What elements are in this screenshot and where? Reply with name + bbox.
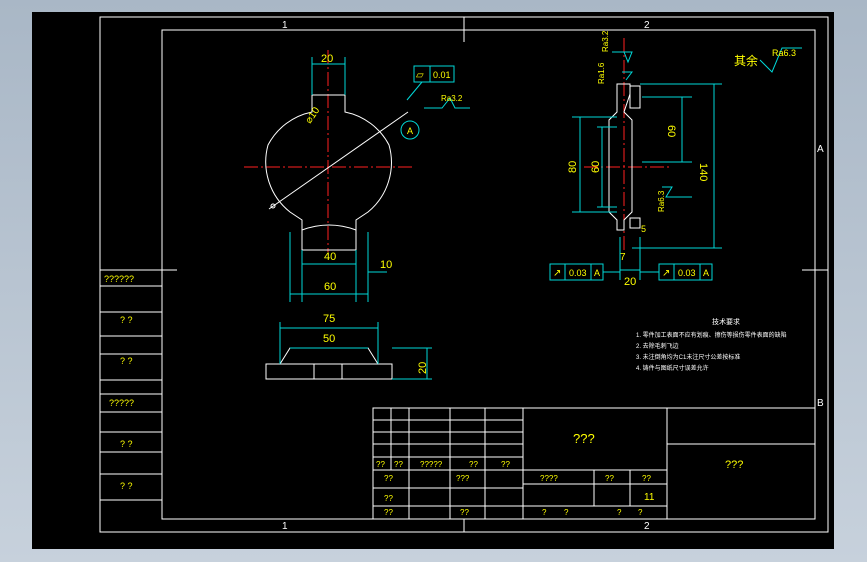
zone-label-1-bottom: 1	[282, 521, 288, 532]
tol-right-value: 0.03	[678, 268, 696, 278]
tol-right-datum: A	[703, 268, 709, 278]
tol-right-icon: ↗	[662, 268, 670, 279]
cad-viewport[interactable]: 1 2 1 2 A B ?????? ? ? ? ? ????? ? ? ? ?	[32, 12, 834, 549]
front-dim-60: 60	[324, 281, 336, 293]
zone-label-1-top: 1	[282, 20, 288, 31]
general-roughness-label: 其余	[734, 53, 758, 68]
side-dim-140: 140	[697, 163, 709, 181]
front-dim-20: 20	[321, 53, 333, 65]
outer-border	[99, 16, 829, 533]
zone-label-a: A	[817, 144, 824, 155]
tb-row-label-2: ??	[394, 460, 403, 469]
tb-row-label-1: ??	[376, 460, 385, 469]
tb-left-label-3: ??	[384, 508, 393, 517]
tol-left-icon: ↗	[553, 268, 561, 279]
tb-mid-label-2: ??	[460, 508, 469, 517]
tb-scale-header: ????	[540, 474, 558, 483]
side-roughness-left: Ra1.6	[597, 62, 606, 84]
side-dim-60: 60	[590, 161, 602, 173]
side-dim-5: 5	[641, 224, 646, 234]
top-dim-20: 20	[417, 362, 429, 374]
general-roughness-value: Ra6.3	[772, 48, 796, 58]
side-dim-60b: 60	[665, 125, 677, 137]
left-label-3: ? ?	[120, 356, 133, 366]
flatness-value: 0.01	[433, 70, 451, 80]
company-name: ???	[725, 459, 743, 471]
notes-line-4: 4. 铸件与图纸尺寸误差允许	[636, 364, 709, 372]
tb-left-label-1: ??	[384, 474, 393, 483]
front-dim-hole: ⌀10	[303, 105, 322, 126]
side-view	[549, 38, 802, 281]
side-roughness-right: Ra6.3	[657, 190, 666, 212]
inner-frame	[161, 29, 816, 520]
engineering-drawing: 1 2 1 2 A B ?????? ? ? ? ? ????? ? ? ? ?	[99, 16, 829, 533]
left-label-4: ?????	[109, 398, 134, 408]
tb-left-label-2: ??	[384, 494, 393, 503]
side-dim-20: 20	[624, 276, 636, 288]
flatness-icon: ▱	[416, 70, 424, 81]
tb-scale-header-2: ??	[605, 474, 614, 483]
zone-label-b: B	[817, 398, 824, 409]
tb-bottom-label-3: ?	[617, 508, 622, 517]
front-dim-10: 10	[380, 259, 392, 271]
top-dim-50: 50	[323, 333, 335, 345]
left-label-6: ? ?	[120, 481, 133, 491]
notes-line-1: 1. 零件加工表面不应有划痕、擦伤等损伤零件表面的缺陷	[636, 331, 787, 339]
datum-a: A	[407, 126, 413, 136]
side-dim-80: 80	[567, 161, 579, 173]
tol-left-datum: A	[594, 268, 600, 278]
front-view	[244, 50, 470, 302]
left-label-5: ? ?	[120, 439, 133, 449]
tb-bottom-label-2: ?	[564, 508, 569, 517]
tb-bottom-label-4: ?	[638, 508, 643, 517]
tb-mid-label-1: ???	[456, 474, 470, 483]
front-roughness: Ra3.2	[441, 94, 463, 103]
left-label-2: ? ?	[120, 315, 133, 325]
left-label-1: ??????	[104, 274, 134, 284]
side-dim-7: 7	[620, 252, 626, 263]
notes-line-3: 3. 未注倒角均为C1未注尺寸公差按标准	[636, 353, 740, 361]
tb-scale-header-3: ??	[642, 474, 651, 483]
tb-row-label-3: ?????	[420, 460, 443, 469]
top-view	[265, 322, 432, 380]
top-dim-75: 75	[323, 313, 335, 325]
zone-label-2-top: 2	[644, 20, 650, 31]
tb-row-label-4: ??	[469, 460, 478, 469]
tol-left-value: 0.03	[569, 268, 587, 278]
notes-title: 技术要求	[712, 317, 740, 326]
notes-line-2: 2. 去除毛刺飞边	[636, 342, 679, 350]
drawing-name: ???	[573, 431, 595, 446]
front-dim-40: 40	[324, 251, 336, 263]
left-stamp-column	[100, 269, 162, 501]
tb-row-label-5: ??	[501, 460, 510, 469]
side-roughness-top: Ra3.2	[601, 30, 610, 52]
tb-scale-value: 11	[644, 492, 655, 503]
tb-bottom-label-1: ?	[542, 508, 547, 517]
zone-label-2-bottom: 2	[644, 521, 650, 532]
